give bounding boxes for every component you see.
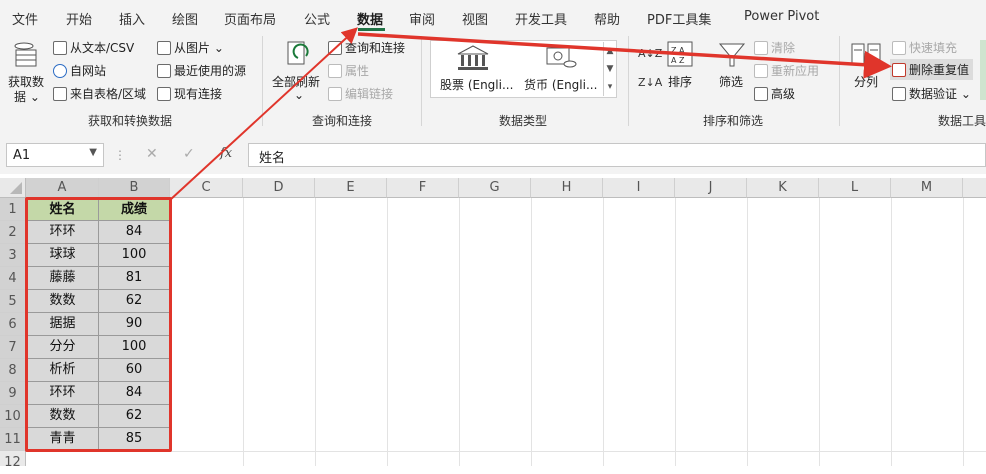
arrow-to-data-tab: [169, 27, 358, 201]
arrow-to-remove-duplicates: [357, 32, 892, 79]
annotation-arrows: [169, 27, 892, 201]
